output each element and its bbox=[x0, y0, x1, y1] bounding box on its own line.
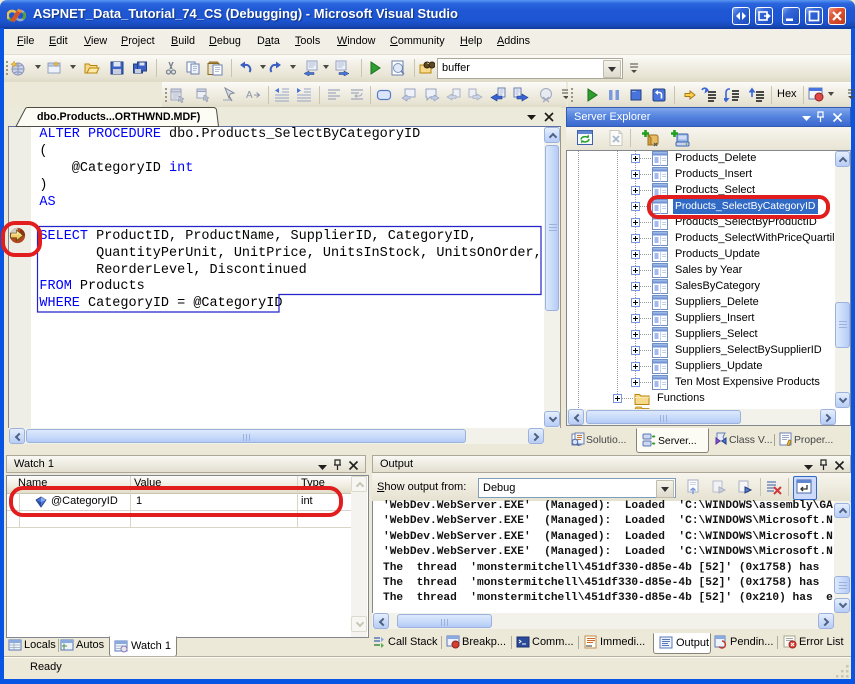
svg-text:A: A bbox=[246, 90, 253, 101]
